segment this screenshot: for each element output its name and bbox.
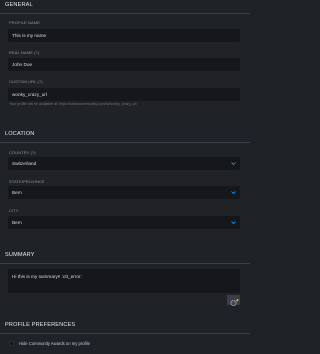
profile-name-label: PROFILE NAME (9, 20, 40, 25)
hide-awards-label: Hide Community Awards on my profile (19, 341, 90, 346)
summary-textarea[interactable]: Hi this is my summary!! :ctt_error: (8, 269, 240, 293)
state-label: STATE/PROVINCE (9, 179, 45, 184)
state-select[interactable]: Bern (8, 186, 240, 199)
state-select-value: Bern (12, 190, 22, 195)
custom-url-label: CUSTOM URL (?) (9, 79, 43, 84)
section-header-summary: SUMMARY (0, 250, 250, 264)
section-header-location: LOCATION (0, 129, 250, 143)
real-name-input[interactable]: John Doe (8, 58, 240, 71)
city-select-value: Bern (12, 220, 22, 225)
emoticon-icon (230, 299, 239, 306)
emoticon-button[interactable] (227, 295, 240, 306)
profile-name-input[interactable]: This is my name (8, 29, 240, 42)
chevron-down-icon (231, 191, 236, 195)
chevron-down-icon (231, 162, 236, 166)
section-header-profile-preferences: PROFILE PREFERENCES (0, 320, 250, 334)
country-label: COUNTRY (?) (9, 150, 36, 155)
city-label: CITY (9, 208, 19, 213)
chevron-down-icon (231, 221, 236, 225)
country-select[interactable]: Switzerland (8, 157, 240, 170)
section-header-general: GENERAL (0, 0, 250, 14)
edit-profile-page: GENERAL PROFILE NAME This is my name REA… (0, 0, 250, 354)
city-select[interactable]: Bern (8, 216, 240, 229)
real-name-label: REAL NAME (?) (9, 50, 40, 55)
hide-awards-checkbox[interactable] (9, 341, 14, 346)
country-select-value: Switzerland (12, 161, 37, 166)
custom-url-hint: Your profile will be available at: https… (9, 102, 138, 106)
custom-url-input[interactable]: wonky_crazy_url (8, 88, 240, 101)
